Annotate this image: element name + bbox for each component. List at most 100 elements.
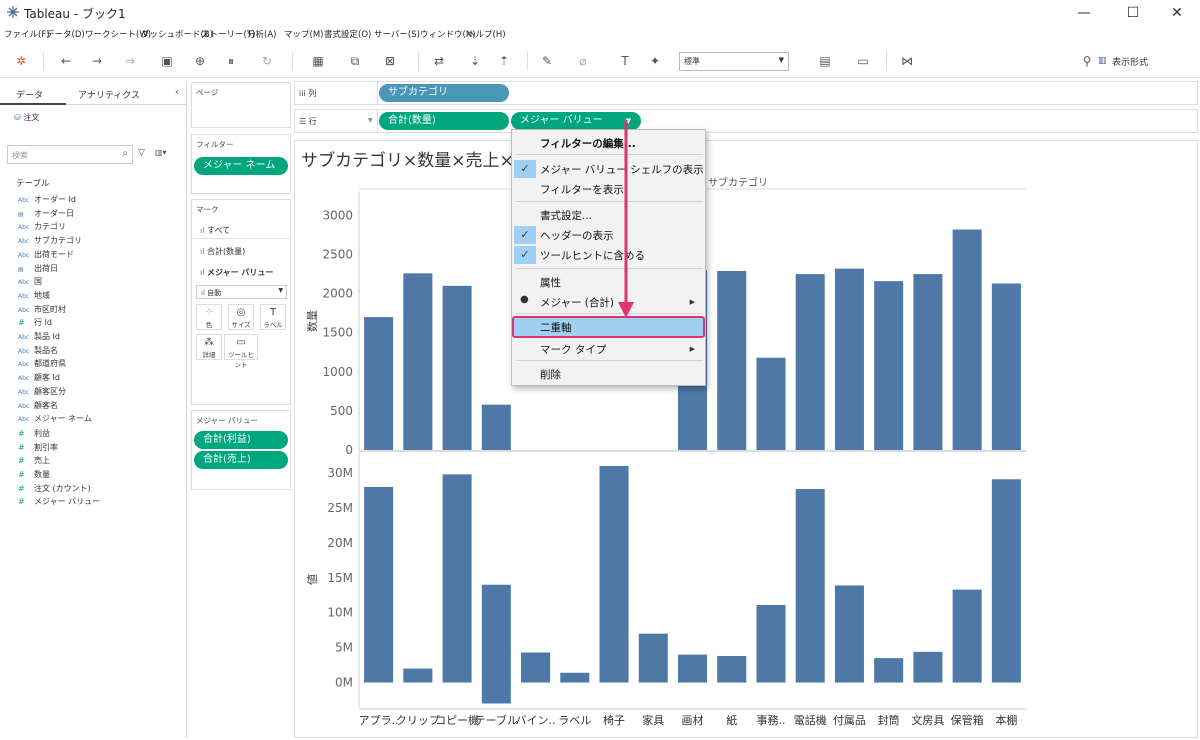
menu-analysis[interactable]: 分析(A) — [247, 28, 276, 40]
show-cards-icon[interactable]: ▤ — [816, 52, 834, 70]
measure-field[interactable]: # 売上 — [18, 455, 50, 466]
swap-rows-columns-icon[interactable]: ⇄ — [430, 52, 448, 70]
collapse-pane-icon[interactable]: ‹ — [175, 87, 179, 98]
marks-quantity-row[interactable]: ıl 合計(数量) — [200, 246, 245, 257]
measure-pill-profit[interactable]: 合計(利益) — [194, 431, 288, 449]
refresh-icon[interactable]: ↻ — [258, 52, 276, 70]
share-icon[interactable]: ⋈ — [898, 52, 916, 70]
dimension-field[interactable]: Abc 国 — [18, 276, 42, 287]
size-icon: ◎ — [236, 307, 246, 318]
measure-values-shelf[interactable]: メジャー バリュー 合計(利益) 合計(売上) — [191, 410, 291, 490]
filters-shelf[interactable]: フィルター メジャー ネーム — [191, 134, 291, 194]
dimension-field[interactable]: ▤ オーダー日 — [18, 208, 74, 219]
measure-pill-sales[interactable]: 合計(売上) — [194, 451, 288, 469]
dimension-field[interactable]: Abc 出荷モード — [18, 249, 74, 260]
menu-item-format[interactable]: 書式設定... — [540, 208, 592, 223]
measure-field[interactable]: # メジャー バリュー — [18, 496, 100, 507]
dimension-field[interactable]: # 行 Id — [18, 317, 52, 328]
clear-sheet-icon[interactable]: ⊠ — [381, 52, 399, 70]
dimension-field[interactable]: Abc 地域 — [18, 290, 50, 301]
dimension-field[interactable]: Abc サブカテゴリ — [18, 235, 82, 246]
fix-axes-icon[interactable]: ✦ — [646, 52, 664, 70]
mark-type-value: 自動 — [207, 289, 222, 297]
dimension-field[interactable]: Abc カテゴリ — [18, 221, 66, 232]
pause-updates-icon[interactable]: ⏸ — [222, 52, 240, 70]
tab-analytics[interactable]: アナリティクス — [78, 88, 140, 101]
group-icon[interactable]: ⌀ — [574, 52, 592, 70]
menu-help[interactable]: ヘルプ(H) — [467, 28, 506, 40]
redo-icon[interactable]: → — [88, 52, 106, 70]
menu-item-mark-type[interactable]: マーク タイプ — [540, 342, 606, 357]
view-options-icon[interactable]: ▥▾ — [155, 148, 167, 157]
duplicate-sheet-icon[interactable]: ⧉ — [346, 52, 364, 70]
menu-server[interactable]: サーバー(S) — [374, 28, 420, 40]
columns-shelf[interactable]: iii 列 サブカテゴリ — [294, 81, 1198, 105]
search-input[interactable]: 検索 ⌕ — [7, 145, 133, 164]
menu-item-show-header[interactable]: ヘッダーの表示 — [540, 228, 614, 243]
size-button[interactable]: ◎ サイズ — [228, 304, 254, 330]
new-worksheet-icon[interactable]: ▦ — [309, 52, 327, 70]
x-tick-label: 画材 — [682, 713, 704, 727]
annotation-arrow-icon — [618, 120, 634, 318]
close-button[interactable]: ✕ — [1157, 2, 1197, 24]
sort-descending-icon[interactable]: ⇡ — [495, 52, 513, 70]
show-labels-icon[interactable]: T — [616, 52, 634, 70]
dimension-field[interactable]: Abc 顧客 Id — [18, 372, 60, 383]
measure-field[interactable]: # 利益 — [18, 428, 50, 439]
minimize-button[interactable]: — — [1064, 2, 1104, 24]
rows-pill-quantity[interactable]: 合計(数量) — [379, 112, 509, 130]
mark-type-select[interactable]: ıl 自動 ▼ — [196, 285, 287, 299]
dimension-field[interactable]: ▤ 出荷日 — [18, 263, 58, 274]
dimension-field[interactable]: Abc 顧客区分 — [18, 386, 66, 397]
menu-data[interactable]: データ(D) — [46, 28, 85, 40]
menu-file[interactable]: ファイル(F) — [4, 28, 50, 40]
marks-all-row[interactable]: ıl すべて — [200, 225, 230, 236]
menu-item-attribute[interactable]: 属性 — [540, 275, 561, 290]
marks-measure-values-row[interactable]: ıl メジャー バリュー — [200, 267, 273, 278]
measure-field[interactable]: # 割引率 — [18, 442, 58, 453]
tableau-home-icon[interactable]: ✲ — [12, 52, 30, 70]
dimension-field[interactable]: Abc 製品名 — [18, 345, 58, 356]
dimension-field[interactable]: Abc 市区町村 — [18, 304, 66, 315]
dimension-field[interactable]: Abc 都道府県 — [18, 358, 66, 369]
show-me-button[interactable]: 表示形式 — [1112, 55, 1148, 68]
filter-pill-measure-names[interactable]: メジャー ネーム — [194, 157, 288, 175]
rows-shelf[interactable]: ☰ 行 ▼ 合計(数量) メジャー バリュー ▼ — [294, 109, 1198, 133]
filter-icon[interactable]: ▽ — [138, 148, 145, 158]
measure-field[interactable]: # 注文 (カウント) — [18, 483, 91, 494]
sort-ascending-icon[interactable]: ⇣ — [466, 52, 484, 70]
title-bar: Tableau - ブック1 — ☐ ✕ — [0, 0, 1200, 26]
format-painter-icon[interactable]: ⚲ — [1078, 52, 1096, 70]
menu-item-measure-sum[interactable]: メジャー (合計) — [540, 295, 614, 310]
dimension-field[interactable]: Abc 製品 Id — [18, 331, 60, 342]
undo-icon[interactable]: ← — [57, 52, 75, 70]
y-tick-label: 2000 — [322, 287, 353, 301]
new-datasource-icon[interactable]: ⊕ — [191, 52, 209, 70]
save-icon[interactable]: ▣ — [158, 52, 176, 70]
menu-map[interactable]: マップ(M) — [284, 28, 323, 40]
tab-data[interactable]: データ — [16, 88, 43, 101]
datasource-item[interactable]: ⛁ 注文 — [14, 112, 39, 123]
highlight-icon[interactable]: ✎ — [538, 52, 556, 70]
columns-pill-subcategory[interactable]: サブカテゴリ — [379, 84, 509, 102]
presentation-mode-icon[interactable]: ▭ — [854, 52, 872, 70]
menu-item-dual-axis[interactable]: 二重軸 — [540, 320, 572, 335]
measure-field[interactable]: # 数量 — [18, 469, 50, 480]
dimension-field[interactable]: Abc オーダー Id — [18, 194, 76, 205]
fit-select[interactable]: 標準 ▼ — [679, 52, 789, 71]
maximize-button[interactable]: ☐ — [1113, 2, 1153, 24]
tooltip-button[interactable]: ▭ ツールヒント — [224, 334, 258, 369]
detail-button[interactable]: ⁂ 詳細 — [196, 334, 222, 360]
color-button[interactable]: ⁘ 色 — [196, 304, 222, 330]
pages-shelf[interactable]: ページ — [191, 82, 291, 128]
label-button[interactable]: T ラベル — [260, 304, 286, 330]
menu-format[interactable]: 書式設定(O) — [324, 28, 371, 40]
chevron-down-icon: ▼ — [368, 117, 373, 124]
replay-icon[interactable]: ⇒ — [121, 52, 139, 70]
dimension-field[interactable]: Abc メジャー ネーム — [18, 413, 92, 424]
columns-icon: iii — [299, 89, 309, 98]
marks-card: マーク ıl すべて ıl 合計(数量) ıl メジャー バリュー ıl 自動 … — [191, 199, 291, 405]
string-icon: Abc — [18, 416, 30, 424]
menu-item-remove[interactable]: 削除 — [540, 367, 561, 382]
dimension-field[interactable]: Abc 顧客名 — [18, 400, 58, 411]
